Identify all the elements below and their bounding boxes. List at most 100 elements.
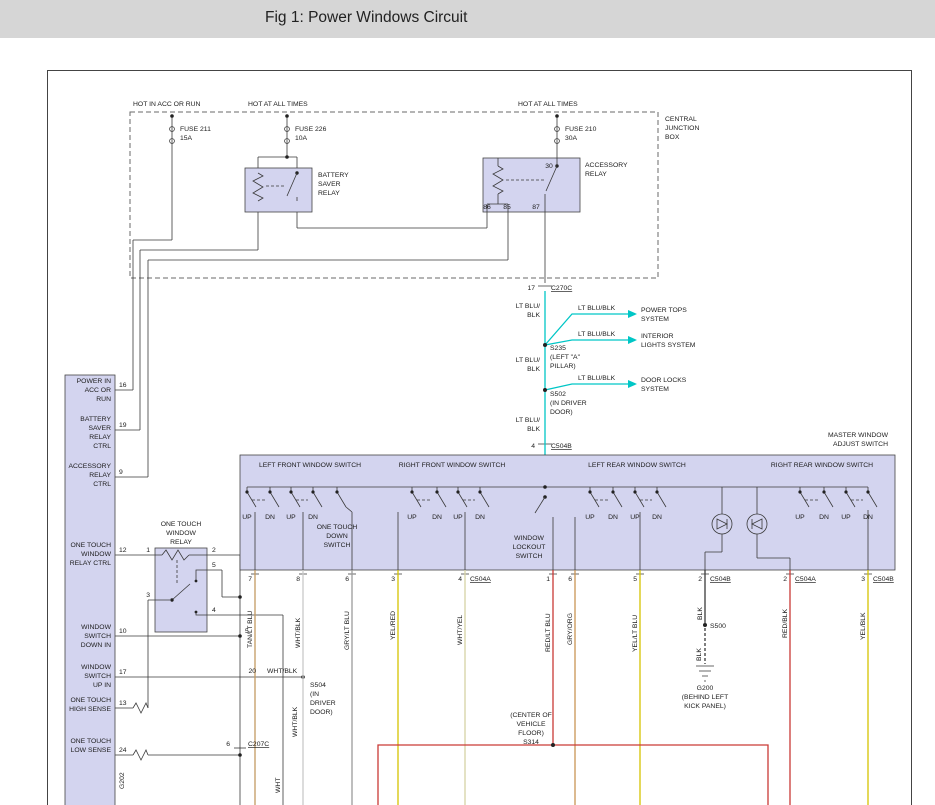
svg-text:DRIVER: DRIVER [310, 700, 336, 707]
svg-text:LT BLU/: LT BLU/ [516, 417, 540, 424]
one-touch-window-relay: ONE TOUCH WINDOW RELAY 1 2 3 5 4 [146, 521, 216, 633]
svg-text:3: 3 [391, 576, 395, 583]
svg-text:LOCKOUT: LOCKOUT [513, 544, 546, 551]
svg-text:9: 9 [119, 469, 123, 476]
floor-harness-route [377, 744, 769, 805]
svg-text:LEFT REAR WINDOW SWITCH: LEFT REAR WINDOW SWITCH [588, 462, 686, 469]
feed-label-2: HOT AT ALL TIMES [248, 101, 308, 108]
svg-text:24: 24 [119, 747, 127, 754]
svg-text:FUSE 211: FUSE 211 [180, 126, 211, 133]
svg-text:RED/BLK: RED/BLK [782, 608, 789, 638]
svg-text:4: 4 [212, 607, 216, 614]
svg-text:HIGH SENSE: HIGH SENSE [69, 706, 111, 713]
svg-text:S314: S314 [523, 739, 539, 746]
svg-text:INTERIOR: INTERIOR [641, 333, 674, 340]
svg-text:CTRL: CTRL [93, 481, 111, 488]
svg-text:(IN DRIVER: (IN DRIVER [550, 400, 587, 407]
svg-text:LT BLU/: LT BLU/ [516, 303, 540, 310]
connector-c504b: C504B [873, 576, 894, 583]
svg-text:BLK: BLK [527, 426, 540, 433]
svg-text:FUSE 226: FUSE 226 [295, 126, 327, 133]
svg-text:FLOOR): FLOOR) [518, 730, 544, 737]
svg-text:RELAY: RELAY [89, 472, 111, 479]
svg-text:DN: DN [863, 514, 873, 521]
svg-text:ADJUST SWITCH: ADJUST SWITCH [833, 441, 888, 448]
svg-text:SWITCH: SWITCH [84, 633, 111, 640]
svg-text:BLK: BLK [527, 312, 540, 319]
svg-text:UP: UP [585, 514, 595, 521]
svg-text:WHT/BLK: WHT/BLK [295, 617, 302, 648]
svg-text:ACCESSORY: ACCESSORY [68, 463, 111, 470]
svg-text:(BEHIND LEFT: (BEHIND LEFT [682, 694, 728, 701]
svg-text:LIGHTS SYSTEM: LIGHTS SYSTEM [641, 342, 696, 349]
output-pin-labels: 7 8 6 3 4 1 6 5 2 2 3 C504A C504B C504A … [248, 576, 894, 583]
svg-text:BLK: BLK [527, 366, 540, 373]
accessory-relay: 30 86 85 87 ACCESSORY RELAY [482, 157, 628, 213]
svg-text:BATTERY: BATTERY [318, 172, 349, 179]
diagram-frame [47, 70, 912, 805]
svg-text:KICK PANEL): KICK PANEL) [684, 703, 726, 710]
svg-text:SAVER: SAVER [318, 181, 341, 188]
diagram-page: Fig 1: Power Windows Circuit CENTRAL JUN… [0, 0, 935, 805]
svg-text:G200: G200 [697, 685, 714, 692]
pin-30: 30 [545, 163, 553, 170]
svg-text:DOOR): DOOR) [550, 409, 573, 416]
svg-text:SYSTEM: SYSTEM [641, 386, 669, 393]
svg-text:ONE TOUCH: ONE TOUCH [317, 524, 358, 531]
svg-text:6: 6 [345, 576, 349, 583]
svg-text:ONE TOUCH: ONE TOUCH [70, 738, 111, 745]
svg-text:LEFT FRONT WINDOW SWITCH: LEFT FRONT WINDOW SWITCH [259, 462, 361, 469]
tick-pin-5: 5 [245, 628, 249, 635]
feed-label-3: HOT AT ALL TIMES [518, 101, 578, 108]
svg-text:CENTRAL: CENTRAL [665, 116, 697, 123]
c207c-pin: 6 [226, 741, 230, 748]
svg-text:GRY/ORG: GRY/ORG [567, 613, 574, 645]
svg-text:POWER IN: POWER IN [77, 378, 111, 385]
connector-c504a: C504A [470, 576, 491, 583]
svg-text:DN: DN [819, 514, 829, 521]
svg-text:(LEFT "A": (LEFT "A" [550, 354, 581, 361]
svg-text:2: 2 [212, 547, 216, 554]
svg-text:10: 10 [119, 628, 127, 635]
svg-text:3: 3 [146, 592, 150, 599]
connector-c207c: C207C [248, 741, 269, 748]
pin-20: 20 [248, 668, 256, 675]
svg-text:DOWN: DOWN [326, 533, 348, 540]
svg-text:LT BLU/BLK: LT BLU/BLK [578, 331, 616, 338]
battery-saver-relay: BATTERY SAVER RELAY [244, 167, 349, 213]
svg-text:RED/LT BLU: RED/LT BLU [545, 613, 552, 652]
wiring-diagram: CENTRAL JUNCTION BOX HOT IN ACC OR RUN H… [47, 70, 912, 805]
trunk-wire: 17 C270C LT BLU/BLK LT BLU/BLK POWER TOP… [516, 212, 696, 497]
svg-text:8: 8 [296, 576, 300, 583]
svg-text:YEL/BLK: YEL/BLK [860, 612, 867, 640]
svg-text:10A: 10A [295, 135, 308, 142]
svg-text:DN: DN [608, 514, 618, 521]
svg-text:RELAY: RELAY [585, 171, 607, 178]
svg-text:YEL/RED: YEL/RED [390, 611, 397, 640]
svg-text:FUSE 210: FUSE 210 [565, 126, 597, 133]
svg-text:WINDOW: WINDOW [514, 535, 544, 542]
svg-text:LT BLU/BLK: LT BLU/BLK [578, 375, 616, 382]
svg-text:SAVER: SAVER [88, 425, 111, 432]
c270c-pin: 17 [527, 285, 535, 292]
splice-s500: S500 [710, 623, 726, 630]
pin-86: 86 [483, 204, 491, 211]
svg-text:UP: UP [242, 514, 252, 521]
pin-85: 85 [503, 204, 511, 211]
wire-color-labels: TAN/LT BLU WHT/BLK GRY/LT BLU YEL/RED WH… [247, 607, 867, 652]
svg-text:SWITCH: SWITCH [84, 673, 111, 680]
connector-c504b: C504B [551, 443, 572, 450]
svg-text:SYSTEM: SYSTEM [641, 316, 669, 323]
resistor-symbol [132, 749, 149, 761]
svg-text:DN: DN [652, 514, 662, 521]
svg-text:UP: UP [407, 514, 417, 521]
svg-text:BOX: BOX [665, 134, 680, 141]
ground-icon [696, 665, 714, 682]
svg-text:30A: 30A [565, 135, 578, 142]
svg-text:RELAY CTRL: RELAY CTRL [70, 560, 112, 567]
svg-text:DOWN IN: DOWN IN [81, 642, 111, 649]
svg-text:7: 7 [248, 576, 252, 583]
svg-text:UP: UP [630, 514, 640, 521]
svg-text:BLK: BLK [696, 648, 703, 661]
svg-text:DOOR LOCKS: DOOR LOCKS [641, 377, 687, 384]
